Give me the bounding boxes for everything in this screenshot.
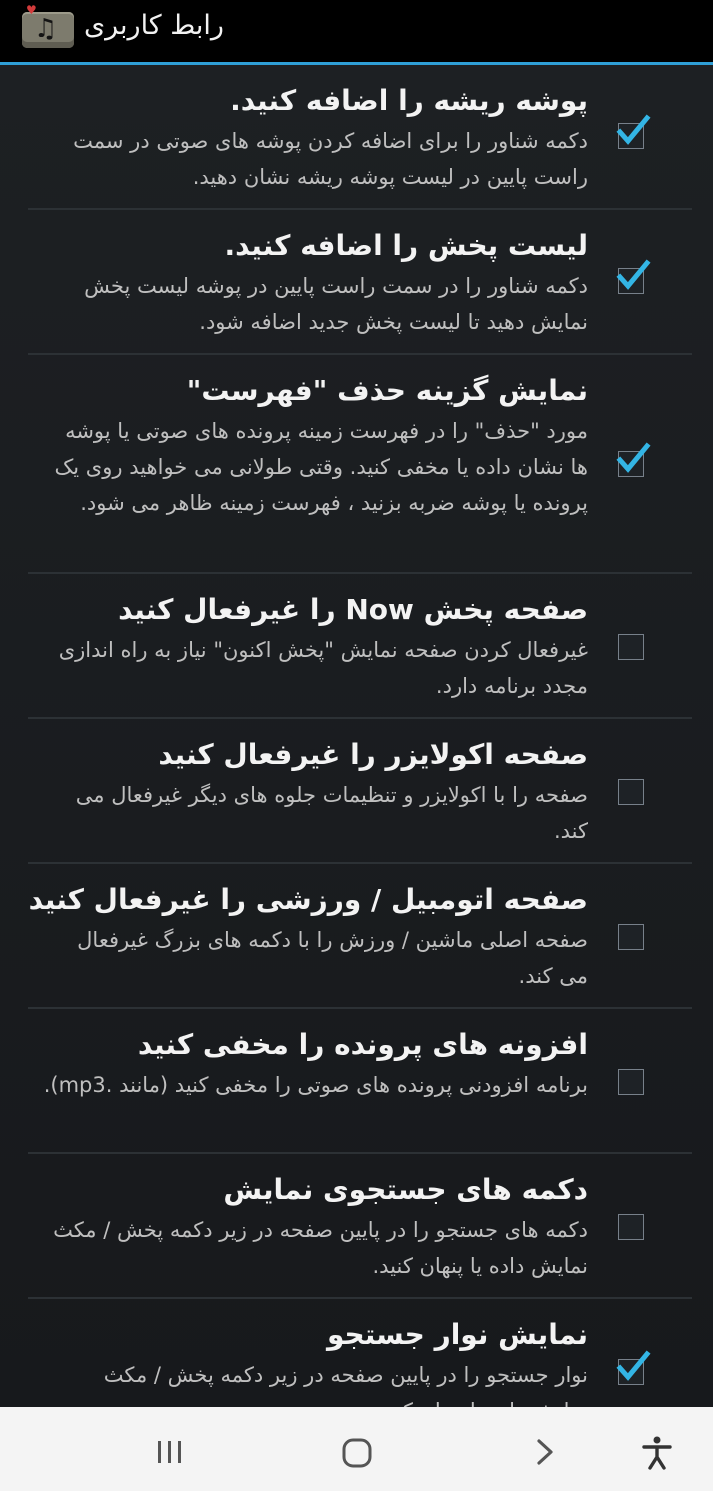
- setting-title: افزونه های پرونده را مخفی کنید: [137, 1028, 588, 1061]
- back-icon[interactable]: [525, 1433, 565, 1473]
- setting-disable-equalizer[interactable]: صفحه اکولایزر را غیرفعال کنید صفحه را با…: [28, 719, 692, 864]
- setting-show-seek-buttons[interactable]: دکمه های جستجوی نمایش دکمه های جستجو را …: [28, 1154, 692, 1299]
- setting-summary: مورد "حذف" را در فهرست زمینه پرونده های …: [54, 419, 588, 515]
- action-bar: ♥ ♫ رابط کاربری: [0, 0, 713, 65]
- setting-summary: صفحه را با اکولایزر و تنظیمات جلوه های د…: [75, 783, 588, 843]
- setting-title: دکمه های جستجوی نمایش: [223, 1173, 588, 1206]
- setting-checkbox[interactable]: [616, 442, 651, 477]
- setting-summary: دکمه های جستجو را در پایین صفحه در زیر د…: [53, 1218, 588, 1278]
- setting-title: پوشه ریشه را اضافه کنید.: [230, 84, 588, 117]
- setting-checkbox[interactable]: [616, 1350, 651, 1385]
- setting-summary: غیرفعال کردن صفحه نمایش "پخش اکنون" نیاز…: [58, 638, 588, 698]
- setting-checkbox[interactable]: [616, 114, 651, 149]
- setting-checkbox[interactable]: [618, 1069, 644, 1095]
- setting-disable-car-sport[interactable]: صفحه اتومبیل / ورزشی را غیرفعال کنید صفح…: [28, 864, 692, 1009]
- setting-title: صفحه اکولایزر را غیرفعال کنید: [158, 738, 588, 771]
- home-icon[interactable]: [337, 1433, 377, 1473]
- setting-title: نمایش نوار جستجو: [326, 1318, 588, 1351]
- setting-summary: صفحه اصلی ماشین / ورزش را با دکمه های بز…: [77, 928, 588, 988]
- check-icon: [616, 259, 651, 290]
- setting-title: نمایش گزینه حذف "فهرست": [186, 374, 588, 407]
- setting-checkbox[interactable]: [618, 634, 644, 660]
- setting-checkbox[interactable]: [616, 259, 651, 294]
- check-icon: [616, 114, 651, 145]
- setting-summary: دکمه شناور را در سمت راست پایین در پوشه …: [84, 274, 588, 334]
- accessibility-icon[interactable]: [637, 1433, 677, 1473]
- setting-summary: برنامه افزودنی پرونده های صوتی را مخفی ک…: [43, 1073, 588, 1097]
- setting-add-root-folder[interactable]: پوشه ریشه را اضافه کنید. دکمه شناور را ب…: [28, 65, 692, 210]
- setting-checkbox[interactable]: [618, 1214, 644, 1240]
- setting-hide-file-extensions[interactable]: افزونه های پرونده را مخفی کنید برنامه اف…: [28, 1009, 692, 1154]
- check-icon: [616, 442, 651, 473]
- setting-summary: نوار جستجو را در پایین صفحه در زیر دکمه …: [103, 1363, 588, 1407]
- setting-title: لیست پخش را اضافه کنید.: [224, 229, 589, 262]
- navigation-bar: [0, 1407, 713, 1491]
- setting-disable-now-playing[interactable]: صفحه پخش Now را غیرفعال کنید غیرفعال کرد…: [28, 574, 692, 719]
- check-icon: [616, 1350, 651, 1381]
- setting-show-seek-bar[interactable]: نمایش نوار جستجو نوار جستجو را در پایین …: [28, 1299, 692, 1407]
- setting-checkbox[interactable]: [618, 779, 644, 805]
- setting-show-delete-option[interactable]: نمایش گزینه حذف "فهرست" مورد "حذف" را در…: [28, 355, 692, 574]
- page-title: رابط کاربری: [84, 10, 224, 41]
- setting-add-playlist[interactable]: لیست پخش را اضافه کنید. دکمه شناور را در…: [28, 210, 692, 355]
- setting-checkbox[interactable]: [618, 924, 644, 950]
- setting-title: صفحه اتومبیل / ورزشی را غیرفعال کنید: [28, 883, 588, 916]
- setting-title: صفحه پخش Now را غیرفعال کنید: [118, 593, 588, 626]
- setting-summary: دکمه شناور را برای اضافه کردن پوشه های ص…: [73, 129, 588, 189]
- recents-icon[interactable]: [150, 1433, 190, 1473]
- music-note-icon[interactable]: ♥ ♫: [22, 3, 74, 48]
- settings-list[interactable]: پوشه ریشه را اضافه کنید. دکمه شناور را ب…: [0, 65, 713, 1407]
